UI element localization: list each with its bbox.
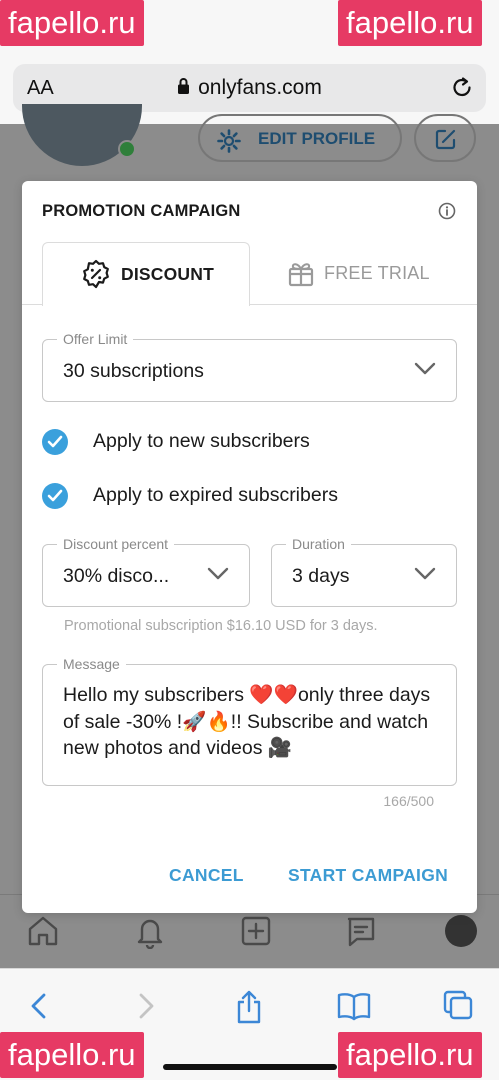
domain-text: onlyfans.com: [198, 76, 322, 99]
discount-badge-icon: [81, 259, 111, 294]
lock-icon: [177, 77, 190, 101]
bookmarks-icon[interactable]: [336, 989, 372, 1028]
duration-select[interactable]: Duration 3 days: [271, 536, 457, 607]
tab-discount[interactable]: DISCOUNT: [42, 242, 250, 306]
character-counter: 166/500: [383, 793, 434, 809]
promotional-price-note: Promotional subscription $16.10 USD for …: [64, 618, 378, 634]
discount-percent-value: 30% disco...: [63, 565, 170, 587]
home-indicator: [163, 1064, 337, 1070]
share-icon[interactable]: [234, 989, 264, 1030]
tab-free-trial[interactable]: FREE TRIAL: [250, 242, 456, 305]
forward-icon[interactable]: [133, 989, 159, 1028]
chevron-down-icon: [414, 567, 436, 586]
tab-discount-label: DISCOUNT: [121, 264, 214, 284]
home-icon[interactable]: [26, 915, 60, 952]
watermark: fapello.ru: [338, 0, 482, 46]
watermark: fapello.ru: [338, 1032, 482, 1078]
promotion-campaign-modal: PROMOTION CAMPAIGN DISCOUNT FREE TRIAL O…: [22, 181, 477, 913]
message-label: Message: [57, 656, 126, 672]
checkbox-checked-icon[interactable]: [42, 429, 68, 455]
duration-value: 3 days: [292, 565, 350, 587]
edit-profile-button[interactable]: EDIT PROFILE: [198, 114, 402, 162]
watermark: fapello.ru: [0, 0, 144, 46]
message-textarea[interactable]: Message Hello my subscribers ❤️❤️only th…: [42, 656, 457, 786]
back-icon[interactable]: [26, 989, 52, 1028]
duration-label: Duration: [286, 536, 351, 552]
checkbox-checked-icon[interactable]: [42, 483, 68, 509]
offer-limit-value: 30 subscriptions: [63, 360, 204, 382]
reload-icon[interactable]: [450, 75, 474, 106]
share-profile-button[interactable]: [414, 114, 476, 162]
offer-limit-select[interactable]: Offer Limit 30 subscriptions: [42, 331, 457, 402]
share-edit-icon: [435, 129, 456, 150]
tabs-icon[interactable]: [442, 989, 474, 1028]
watermark: fapello.ru: [0, 1032, 144, 1078]
chevron-down-icon: [414, 362, 436, 381]
gift-icon: [286, 258, 316, 293]
message-text[interactable]: Hello my subscribers ❤️❤️only three days…: [63, 682, 433, 776]
discount-percent-label: Discount percent: [57, 536, 175, 552]
add-post-icon[interactable]: [240, 915, 272, 952]
start-campaign-button[interactable]: START CAMPAIGN: [288, 865, 448, 886]
offer-limit-label: Offer Limit: [57, 331, 134, 347]
url-display[interactable]: onlyfans.com: [13, 76, 486, 101]
online-status-dot: [118, 140, 136, 158]
gear-icon: [216, 128, 242, 159]
cancel-button[interactable]: CANCEL: [169, 865, 244, 886]
apply-expired-subscribers-label: Apply to expired subscribers: [93, 484, 338, 506]
tab-free-trial-label: FREE TRIAL: [324, 263, 430, 283]
edit-profile-label: EDIT PROFILE: [258, 129, 376, 148]
messages-icon[interactable]: [345, 915, 377, 954]
info-icon[interactable]: [438, 202, 456, 225]
campaign-type-tabs: DISCOUNT FREE TRIAL: [22, 242, 477, 306]
chevron-down-icon: [207, 567, 229, 586]
nav-avatar[interactable]: [445, 915, 477, 947]
discount-percent-select[interactable]: Discount percent 30% disco...: [42, 536, 250, 607]
modal-title: PROMOTION CAMPAIGN: [42, 202, 241, 220]
bell-icon[interactable]: [134, 915, 166, 954]
apply-new-subscribers-label: Apply to new subscribers: [93, 430, 310, 452]
